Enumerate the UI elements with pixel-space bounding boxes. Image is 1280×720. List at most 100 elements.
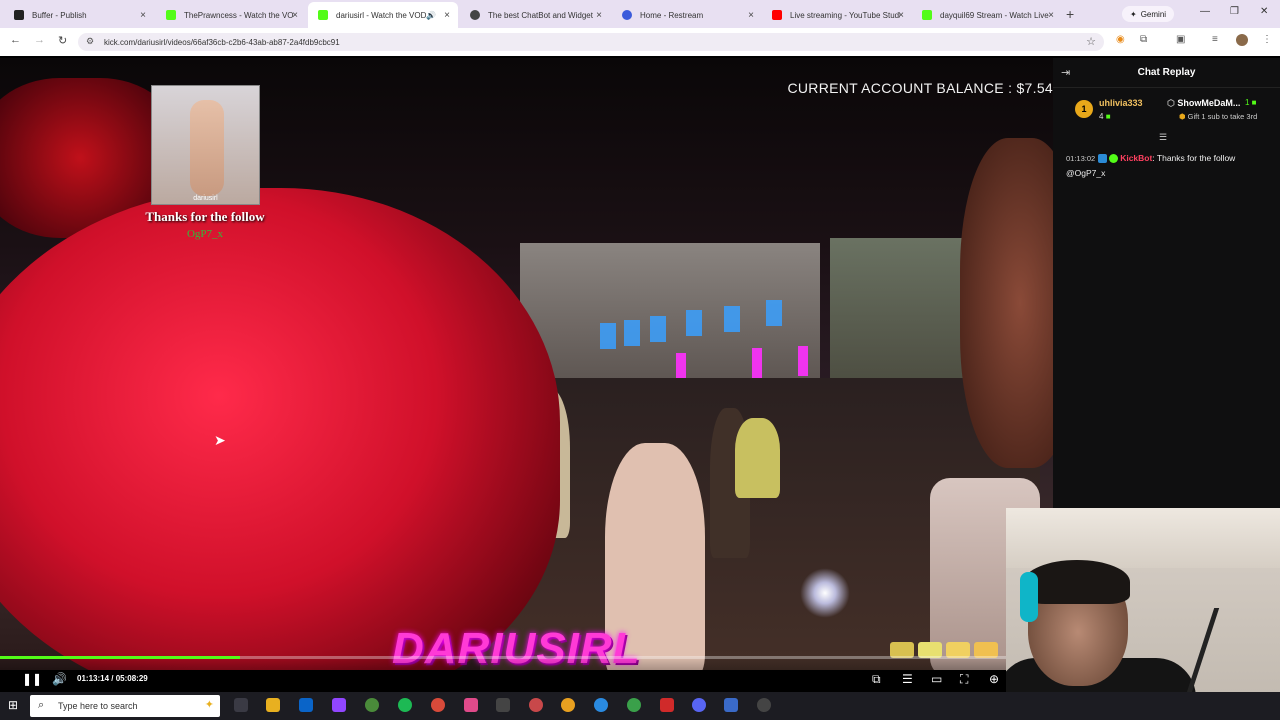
tab-theprawncess[interactable]: ThePrawncess - Watch the VOD × bbox=[156, 4, 306, 26]
clip-icon[interactable]: ⊕ bbox=[989, 672, 999, 686]
settings-icon[interactable]: ☰ bbox=[902, 672, 913, 686]
outlook-icon[interactable] bbox=[299, 698, 313, 712]
restream-favicon-icon bbox=[622, 10, 632, 20]
url-text: kick.com/dariusirl/videos/66af36cb-c2b6-… bbox=[104, 37, 340, 47]
volume-icon[interactable]: 🔊 bbox=[52, 672, 67, 686]
video-player[interactable]: CURRENT ACCOUNT BALANCE : $7.54 dariusir… bbox=[0, 58, 1053, 670]
user2-name: ShowMeDaM... bbox=[1177, 98, 1241, 108]
chrome-profile-icon[interactable] bbox=[529, 698, 543, 712]
app-icon[interactable] bbox=[660, 698, 674, 712]
progress-fill bbox=[0, 656, 241, 659]
video-hair bbox=[0, 188, 560, 670]
spotify-icon[interactable] bbox=[398, 698, 412, 712]
theater-mode-icon[interactable]: ▭ bbox=[931, 672, 942, 686]
chrome-profile-icon[interactable] bbox=[627, 698, 641, 712]
buffer-favicon-icon bbox=[14, 10, 24, 20]
miniplayer-icon[interactable]: ⧉ bbox=[872, 672, 881, 687]
minimize-icon[interactable]: — bbox=[1200, 6, 1210, 17]
profile-avatar[interactable] bbox=[1236, 34, 1248, 46]
chrome-profile-icon[interactable] bbox=[431, 698, 445, 712]
discord-icon[interactable] bbox=[692, 698, 706, 712]
leaderboard-user-2[interactable]: ⬡ ShowMeDaM... bbox=[1167, 98, 1240, 109]
more-menu-icon[interactable]: ⋮ bbox=[1262, 34, 1274, 46]
verified-badge-icon bbox=[1109, 154, 1119, 164]
gift-note: ⬢ Gift 1 sub to take 3rd bbox=[1179, 112, 1257, 121]
leaderboard-count-1: 4 ■ bbox=[1099, 112, 1111, 121]
task-view-icon[interactable] bbox=[234, 698, 248, 712]
kick-favicon-icon bbox=[922, 10, 932, 20]
message-username[interactable]: KickBot bbox=[1120, 153, 1152, 163]
video-neon bbox=[798, 346, 808, 376]
count2-value: 1 bbox=[1245, 98, 1250, 107]
media-controls-icon[interactable]: ≡ bbox=[1212, 34, 1224, 46]
tab-title: dayquil69 Stream - Watch Live bbox=[940, 10, 1049, 20]
playback-time: 01:13:14 / 05:08:29 bbox=[77, 674, 148, 683]
windows-start-icon[interactable]: ⊞ bbox=[8, 698, 18, 712]
progress-bar[interactable] bbox=[0, 656, 1010, 659]
tab-title: Live streaming - YouTube Studio bbox=[790, 10, 900, 20]
app-icon[interactable] bbox=[464, 698, 478, 712]
bookmark-star-icon[interactable]: ☆ bbox=[1086, 35, 1096, 48]
close-tab-icon[interactable]: × bbox=[596, 10, 602, 21]
search-icon: ⌕ bbox=[38, 699, 45, 711]
taskbar-search-input[interactable]: ⌕ Type here to search ✦ bbox=[30, 695, 220, 717]
gift-note-text: Gift 1 sub to take 3rd bbox=[1187, 112, 1258, 121]
restore-icon[interactable]: ❐ bbox=[1230, 6, 1239, 17]
pause-icon[interactable]: ❚❚ bbox=[22, 672, 42, 686]
app-icon[interactable] bbox=[594, 698, 608, 712]
video-street-light bbox=[800, 568, 850, 618]
leaderboard-user-1[interactable]: uhlivia333 bbox=[1099, 98, 1143, 108]
chrome-profile-icon[interactable] bbox=[561, 698, 575, 712]
chat-message: 01:13:02 KickBot: Thanks for the follow @… bbox=[1066, 151, 1271, 180]
capcut-icon[interactable] bbox=[496, 698, 510, 712]
kick-favicon-icon bbox=[166, 10, 176, 20]
audio-playing-icon[interactable]: 🔊 bbox=[426, 11, 436, 20]
video-window bbox=[766, 300, 782, 326]
chatbot-favicon-icon bbox=[470, 10, 480, 20]
close-tab-icon[interactable]: × bbox=[292, 10, 298, 21]
tab-dayquil69[interactable]: dayquil69 Stream - Watch Live × bbox=[912, 4, 1062, 26]
expand-leaderboard-icon[interactable]: ☰ bbox=[1159, 132, 1167, 143]
tab-title: Buffer - Publish bbox=[32, 10, 87, 20]
follow-alert-text: Thanks for the follow bbox=[145, 209, 265, 224]
twitch-icon[interactable] bbox=[332, 698, 346, 712]
app-icon[interactable] bbox=[724, 698, 738, 712]
tab-youtube-studio[interactable]: Live streaming - YouTube Studio × bbox=[762, 4, 912, 26]
tab-restream[interactable]: Home - Restream × bbox=[612, 4, 762, 26]
chrome-icon[interactable] bbox=[365, 698, 379, 712]
site-info-icon[interactable]: ⚙ bbox=[86, 36, 94, 47]
webcam-background-shelf bbox=[1006, 508, 1280, 568]
obs-icon[interactable] bbox=[757, 698, 771, 712]
search-placeholder: Type here to search bbox=[58, 701, 138, 711]
close-tab-icon[interactable]: × bbox=[1048, 10, 1054, 21]
close-tab-icon[interactable]: × bbox=[748, 10, 754, 21]
tab-buffer[interactable]: Buffer - Publish × bbox=[4, 4, 154, 26]
tab-dariusirl[interactable]: dariusirl - Watch the VOD 🔊 × bbox=[308, 2, 458, 28]
webcam-hair bbox=[1024, 560, 1130, 604]
close-tab-icon[interactable]: × bbox=[898, 10, 904, 21]
video-window bbox=[624, 320, 640, 346]
webcam-overlay bbox=[1006, 508, 1280, 720]
headphones-icon bbox=[1020, 572, 1038, 622]
back-arrow-icon[interactable]: ← bbox=[10, 34, 21, 46]
close-tab-icon[interactable]: × bbox=[140, 10, 146, 21]
windows-taskbar: ⊞ ⌕ Type here to search ✦ bbox=[0, 692, 1280, 720]
tab-search-icon[interactable]: ▣ bbox=[1176, 34, 1188, 46]
gemini-label: Gemini bbox=[1140, 9, 1167, 19]
gift-note-icon: ⬢ bbox=[1179, 112, 1188, 121]
file-explorer-icon[interactable] bbox=[266, 698, 280, 712]
chat-header: ⇥ Chat Replay bbox=[1053, 58, 1280, 88]
fullscreen-icon[interactable]: ⛶ bbox=[960, 672, 968, 687]
close-tab-icon[interactable]: × bbox=[444, 10, 450, 21]
reload-icon[interactable]: ↻ bbox=[58, 34, 67, 47]
new-tab-button[interactable]: + bbox=[1066, 6, 1074, 22]
follow-alert-image: dariusirl bbox=[151, 85, 260, 205]
forward-arrow-icon[interactable]: → bbox=[34, 34, 45, 46]
gemini-button[interactable]: ✦ Gemini bbox=[1122, 6, 1175, 22]
address-bar[interactable]: ⚙ kick.com/dariusirl/videos/66af36cb-c2b… bbox=[78, 33, 1104, 51]
tab-title: dariusirl - Watch the VOD bbox=[336, 10, 427, 20]
extensions-icon[interactable]: ⧉ bbox=[1140, 34, 1152, 46]
close-window-icon[interactable]: ✕ bbox=[1260, 6, 1268, 17]
tab-chatbot[interactable]: The best ChatBot and Widget × bbox=[460, 4, 610, 26]
rss-icon[interactable]: ◉ bbox=[1116, 34, 1128, 46]
